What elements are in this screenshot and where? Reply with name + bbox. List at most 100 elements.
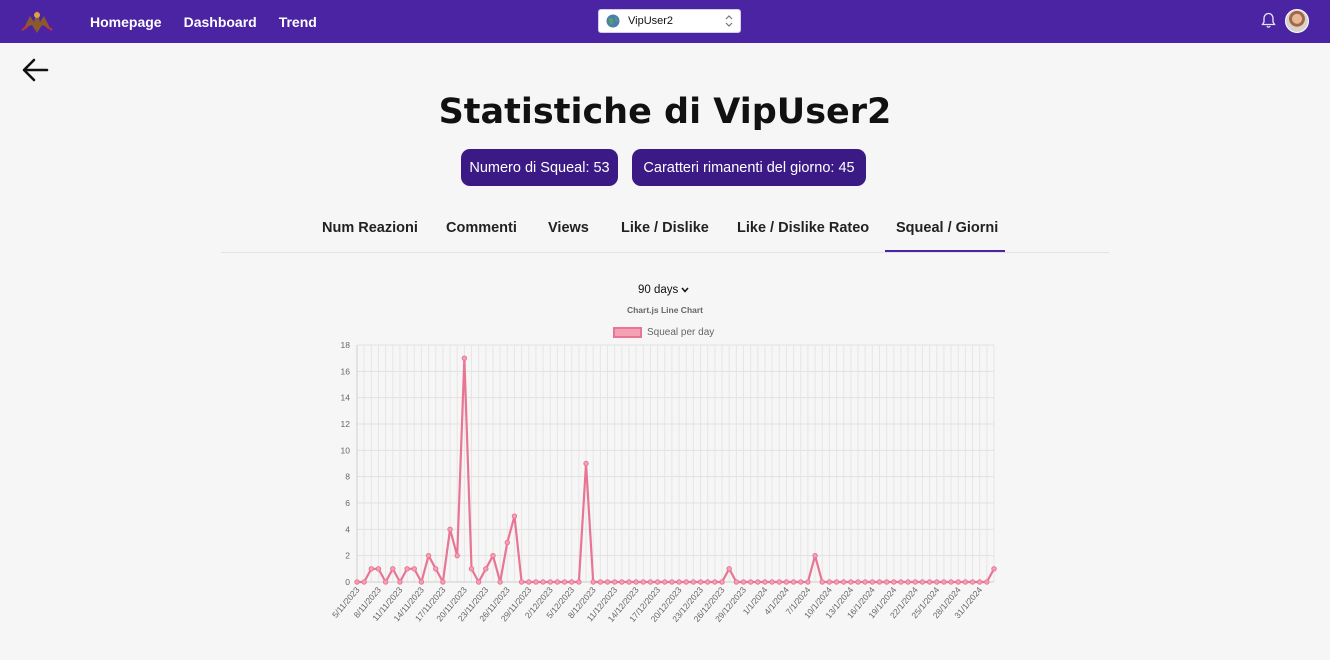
data-point[interactable] [883,579,890,585]
data-point[interactable] [869,579,876,585]
data-point[interactable] [912,579,918,585]
data-point[interactable] [790,579,797,585]
tab-like-dislike[interactable]: Like / Dislike [621,220,709,236]
data-point[interactable] [569,579,575,585]
user-selector[interactable]: VipUser2 [598,9,741,33]
data-point[interactable] [640,579,646,585]
bell-icon[interactable] [1261,12,1276,29]
data-point[interactable] [719,579,725,585]
data-point[interactable] [382,579,389,585]
eagle-logo-icon[interactable] [20,6,54,36]
data-point[interactable] [390,566,396,572]
data-point[interactable] [891,579,897,585]
data-point[interactable] [662,579,668,585]
data-point[interactable] [697,579,704,585]
data-point[interactable] [984,579,990,585]
data-point[interactable] [683,579,689,585]
data-point[interactable] [776,579,782,585]
data-point[interactable] [855,579,861,585]
data-point[interactable] [747,579,754,585]
data-point[interactable] [948,579,954,585]
data-point[interactable] [755,579,761,585]
data-point[interactable] [533,579,539,585]
data-point[interactable] [490,552,496,559]
data-point[interactable] [676,579,682,585]
data-point[interactable] [654,579,661,585]
data-point[interactable] [433,566,439,572]
tab-commenti[interactable]: Commenti [446,220,517,236]
data-point[interactable] [898,579,904,585]
data-point[interactable] [919,579,926,585]
data-point[interactable] [976,579,983,585]
data-point[interactable] [934,579,940,585]
chart-legend[interactable]: Squeal per day [613,327,714,338]
data-point[interactable] [561,579,568,585]
avatar[interactable] [1285,9,1309,33]
data-point[interactable] [583,460,589,467]
tab-squeal-giorni[interactable]: Squeal / Giorni [896,220,998,236]
data-point[interactable] [447,526,453,533]
data-point[interactable] [926,579,933,585]
data-point[interactable] [468,566,475,572]
data-point[interactable] [368,566,375,572]
data-point[interactable] [969,579,976,585]
data-point[interactable] [511,513,518,519]
data-point[interactable] [812,552,818,559]
data-point[interactable] [769,579,775,585]
data-point[interactable] [576,579,582,585]
data-point[interactable] [554,579,561,585]
data-point[interactable] [497,579,503,585]
data-point[interactable] [518,579,525,585]
tab-views[interactable]: Views [548,220,589,236]
period-select[interactable]: 90 days [638,284,689,296]
data-point[interactable] [783,579,790,585]
tab-like-dislike-rateo[interactable]: Like / Dislike Rateo [737,220,869,236]
back-arrow-icon[interactable] [22,57,49,83]
data-point[interactable] [733,579,740,585]
data-point[interactable] [798,579,804,585]
data-point[interactable] [418,579,425,585]
data-point[interactable] [440,579,446,585]
data-point[interactable] [690,579,697,585]
data-point[interactable] [526,579,532,585]
data-point[interactable] [475,579,482,585]
data-point[interactable] [705,579,711,585]
nav-link-dashboard[interactable]: Dashboard [184,14,257,30]
data-point[interactable] [991,566,997,572]
data-point[interactable] [712,579,718,585]
data-point[interactable] [375,566,382,572]
data-point[interactable] [647,579,654,585]
data-point[interactable] [726,566,732,572]
data-point[interactable] [619,579,625,585]
data-point[interactable] [955,579,961,585]
data-point[interactable] [397,579,403,585]
data-point[interactable] [547,579,553,585]
data-point[interactable] [611,579,618,585]
data-point[interactable] [483,566,489,572]
data-point[interactable] [411,566,417,572]
data-point[interactable] [404,566,410,572]
data-point[interactable] [840,579,847,585]
data-point[interactable] [876,579,883,585]
data-point[interactable] [762,579,768,585]
data-point[interactable] [633,579,639,585]
data-point[interactable] [454,552,460,559]
data-point[interactable] [862,579,868,585]
data-point[interactable] [819,579,825,585]
data-point[interactable] [740,579,747,585]
data-point[interactable] [590,579,596,585]
data-point[interactable] [905,579,911,585]
data-point[interactable] [805,579,811,585]
data-point[interactable] [848,579,854,585]
nav-link-homepage[interactable]: Homepage [90,14,162,30]
data-point[interactable] [604,579,611,585]
data-point[interactable] [597,579,604,585]
tab-num-reazioni[interactable]: Num Reazioni [322,220,418,236]
data-point[interactable] [669,579,675,585]
data-point[interactable] [826,579,833,585]
data-point[interactable] [425,552,432,559]
data-point[interactable] [941,579,947,585]
data-point[interactable] [626,579,632,585]
data-point[interactable] [354,579,360,585]
data-point[interactable] [504,539,511,546]
